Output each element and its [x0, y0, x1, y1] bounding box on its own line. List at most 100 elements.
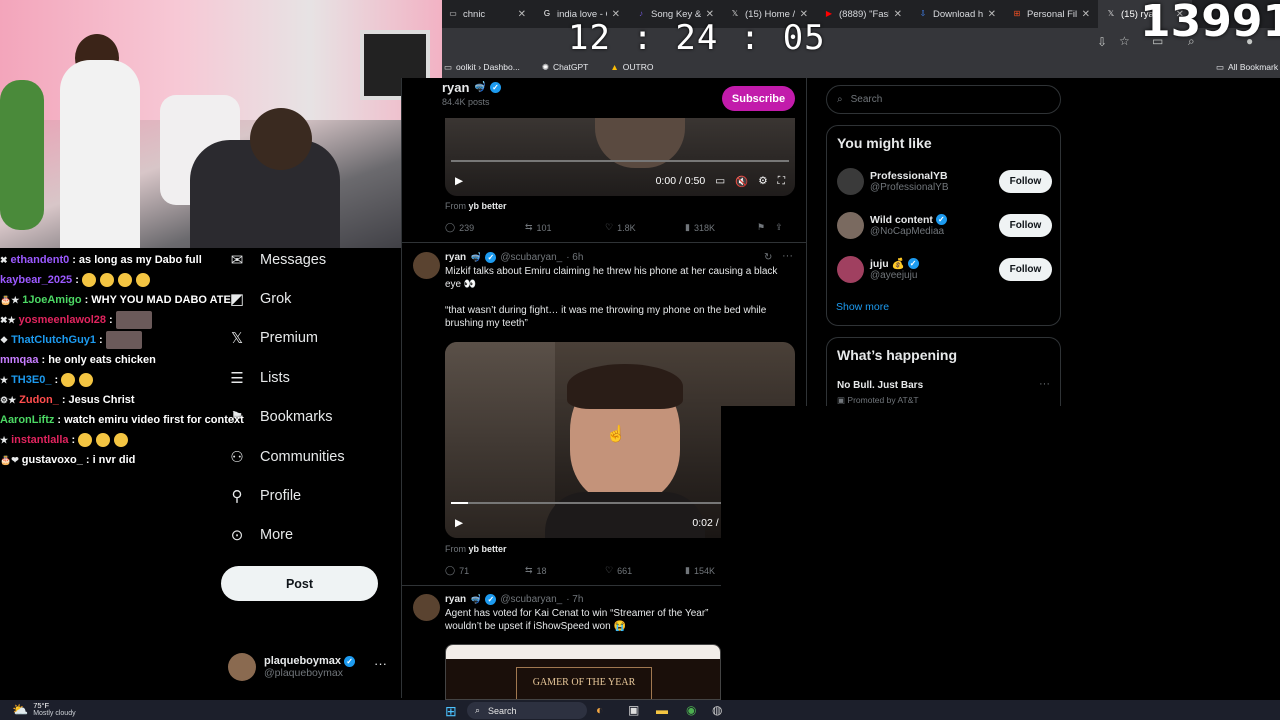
chat-username[interactable]: instantlalla: [11, 434, 68, 446]
all-bookmarks-button[interactable]: ▭ All Bookmark: [1216, 56, 1278, 78]
weather-widget[interactable]: ⛅ 75°F Mostly cloudy: [12, 702, 76, 718]
reply-button[interactable]: ◯ 239: [445, 222, 525, 233]
from-source-link[interactable]: yb better: [469, 201, 507, 211]
tweet3-author-name[interactable]: ryan: [445, 594, 466, 605]
like-button[interactable]: ♡ 661: [605, 565, 685, 576]
browser-tab[interactable]: ▶ (8889) "Fash ✕: [816, 0, 910, 28]
tweet3[interactable]: ryan 🤿 ✓ @scubaryan_ · 7h Agent has vote…: [445, 594, 745, 633]
tweet1-from: From yb better: [445, 201, 507, 211]
tweet2-progress-fill: [451, 502, 468, 504]
chrome-icon[interactable]: ◉: [686, 703, 696, 717]
repost-button[interactable]: ⇆ 18: [525, 565, 605, 576]
chat-username[interactable]: ethandent0: [11, 254, 70, 266]
avatar: [228, 653, 256, 681]
volume-mute-icon[interactable]: 🔇: [735, 175, 748, 188]
follow-button[interactable]: Follow: [999, 257, 1052, 281]
from-source-link[interactable]: yb better: [469, 544, 507, 554]
more-icon[interactable]: ···: [782, 250, 793, 262]
close-icon[interactable]: ✕: [988, 9, 996, 20]
settings-icon[interactable]: ⚙: [758, 175, 767, 187]
browser-tab[interactable]: ⇩ Download h ✕: [910, 0, 1004, 28]
like-count: 1.8K: [617, 222, 636, 233]
emote-icon: [117, 273, 132, 287]
divider: [402, 242, 806, 243]
tweet2-avatar[interactable]: [413, 252, 440, 279]
trend-item[interactable]: No Bull. Just Bars: [837, 380, 923, 391]
browser-tab[interactable]: ▭ chnic ✕: [440, 0, 534, 28]
chat-message: ❖ ThatClutchGuy1:: [0, 330, 300, 350]
fullscreen-icon[interactable]: ⛶: [778, 175, 785, 188]
account-switcher[interactable]: plaqueboymax ✓ @plaqueboymax: [228, 650, 398, 684]
subscribe-button[interactable]: Subscribe: [722, 86, 795, 111]
chat-message: 🎂❤ gustavoxo_: i nvr did: [0, 450, 300, 470]
bookmark-item[interactable]: ▲ OUTRO: [610, 62, 653, 72]
browser-tab[interactable]: ⊞ Personal File ✕: [1004, 0, 1098, 28]
post-button[interactable]: Post: [221, 566, 378, 601]
captions-icon[interactable]: ▭: [715, 175, 725, 187]
avatar[interactable]: [837, 167, 864, 195]
star-icon[interactable]: ☆: [1119, 34, 1130, 48]
share-icon[interactable]: ⇪: [775, 222, 783, 233]
show-more-link[interactable]: Show more: [836, 301, 889, 313]
chat-username[interactable]: 1JoeAmigo: [22, 294, 81, 306]
more-icon[interactable]: ···: [374, 656, 387, 671]
reply-icon: ◯: [445, 565, 456, 575]
chat-username[interactable]: kaybear_2025: [0, 274, 72, 286]
mouse-cursor-icon: ☝: [606, 426, 626, 443]
tweet2-handle[interactable]: @scubaryan_: [500, 252, 562, 263]
search-input[interactable]: ⌕ Search: [826, 85, 1061, 114]
close-icon[interactable]: ✕: [1082, 9, 1090, 20]
taskbar-search[interactable]: ⌕ Search: [467, 702, 587, 719]
follow-button[interactable]: Follow: [999, 169, 1052, 193]
whats-happening-title: What’s happening: [837, 347, 958, 363]
bookmark-icon[interactable]: ⚑: [757, 222, 765, 233]
suggestion-row[interactable]: juju 💰 ✓ @ayeejuju Follow: [837, 253, 1052, 285]
widgets-icon[interactable]: ◐: [596, 703, 603, 717]
file-explorer-icon[interactable]: ▬: [656, 703, 668, 717]
tweet2-text-2: “that wasn’t during fight… it was me thr…: [445, 305, 767, 329]
chat-message: 🎂★ 1JoeAmigo: WHY YOU MAD DABO ATE: [0, 290, 300, 310]
bookmark-item[interactable]: ✺ ChatGPT: [542, 62, 589, 73]
windows-start-icon[interactable]: ⊞: [445, 703, 457, 720]
chat-username[interactable]: ThatClutchGuy1: [11, 334, 96, 346]
close-icon[interactable]: ✕: [518, 9, 526, 20]
like-button[interactable]: ♡ 1.8K: [605, 222, 685, 233]
chat-username[interactable]: TH3E0_: [11, 374, 51, 386]
tweet3-handle[interactable]: @scubaryan_: [500, 594, 562, 605]
play-icon[interactable]: ▶: [455, 175, 463, 187]
tweet1-video[interactable]: ▶ 0:00 / 0:50 ▭ 🔇 ⚙ ⛶: [445, 118, 795, 196]
nav-item-more[interactable]: ⊙ More: [220, 516, 400, 555]
task-view-icon[interactable]: ▣: [628, 703, 639, 717]
chat-username[interactable]: yosmeenlawol28: [19, 314, 106, 326]
chat-colon: :: [71, 434, 76, 446]
chat-username[interactable]: mmqaa: [0, 354, 39, 366]
play-icon[interactable]: ▶: [455, 517, 463, 529]
chat-username[interactable]: Zudon_: [19, 394, 59, 406]
repost-icon: ⇆: [525, 222, 533, 232]
app-icon[interactable]: ◍: [712, 703, 722, 717]
tweet3-image[interactable]: GAMER OF THE YEAR: [445, 644, 721, 700]
chat-username[interactable]: gustavoxo_: [22, 454, 83, 466]
views-button[interactable]: ▮ 318K: [685, 222, 765, 233]
close-icon[interactable]: ✕: [894, 9, 902, 20]
avatar[interactable]: [837, 255, 864, 283]
whats-happening-panel: What’s happening No Bull. Just Bars ▣ Pr…: [826, 337, 1061, 407]
reply-button[interactable]: ◯ 71: [445, 565, 525, 576]
repost-button[interactable]: ⇆ 101: [525, 222, 605, 233]
suggestion-row[interactable]: ProfessionalYB @ProfessionalYB Follow: [837, 165, 1052, 197]
grok-icon[interactable]: ↻: [764, 252, 772, 263]
suggestion-row[interactable]: Wild content ✓ @NoCapMediaa Follow: [837, 209, 1052, 241]
avatar[interactable]: [837, 211, 864, 239]
tweet2-author-name[interactable]: ryan: [445, 252, 466, 263]
nav-item-profile[interactable]: ⚲ Profile: [220, 476, 400, 515]
install-icon[interactable]: ⇩: [1097, 35, 1107, 49]
tweet2[interactable]: ryan 🤿 ✓ @scubaryan_ · 6h Mizkif talks a…: [445, 252, 795, 330]
more-circle-icon: ⊙: [230, 527, 244, 545]
follow-button[interactable]: Follow: [999, 213, 1052, 237]
more-icon[interactable]: ···: [1039, 378, 1050, 390]
bookmark-item[interactable]: ▭ oolkit › Dashbo...: [444, 62, 520, 73]
suggestion-name: ProfessionalYB: [870, 169, 948, 182]
windows-taskbar: [0, 700, 1280, 720]
chat-username[interactable]: AaronLiftz: [0, 414, 54, 426]
tweet3-avatar[interactable]: [413, 594, 440, 621]
